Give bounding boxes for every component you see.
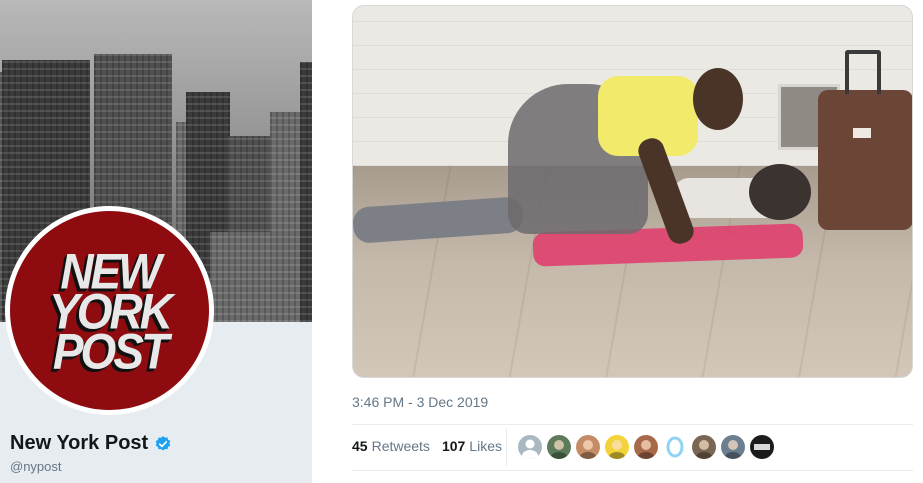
- stats-separator: [506, 428, 507, 466]
- liker-avatar-list: [518, 435, 774, 459]
- profile-column: NEW YORK POST New York Post @nypost: [0, 0, 312, 483]
- divider-bottom: [352, 470, 913, 471]
- retweets-stat[interactable]: 45 Retweets: [352, 438, 430, 454]
- retweets-label: Retweets: [371, 438, 430, 454]
- ring-avatar-icon[interactable]: [663, 435, 687, 459]
- likes-count: 107: [441, 438, 466, 454]
- tweet-timestamp[interactable]: 3:46 PM - 3 Dec 2019: [352, 394, 488, 410]
- cartoon-avatar-icon[interactable]: [605, 435, 629, 459]
- tweet-video-media[interactable]: [352, 5, 913, 378]
- likes-label: Likes: [469, 438, 502, 454]
- profile-name-link[interactable]: New York Post: [10, 432, 148, 455]
- default-avatar-icon[interactable]: [518, 435, 542, 459]
- face-avatar-icon[interactable]: [576, 435, 600, 459]
- divider-top: [352, 424, 913, 425]
- person-avatar-icon[interactable]: [721, 435, 745, 459]
- landscape-avatar-icon[interactable]: [547, 435, 571, 459]
- suitcase-shape: [818, 90, 912, 230]
- logo-line-3: POST: [52, 322, 169, 379]
- suitcase-handle-shape: [845, 50, 881, 94]
- face-avatar-icon[interactable]: [634, 435, 658, 459]
- profile-name-row: New York Post: [10, 432, 172, 455]
- nypost-logo: NEW YORK POST: [10, 211, 209, 410]
- likes-stat[interactable]: 107 Likes: [442, 438, 502, 454]
- retweets-count: 45: [352, 438, 368, 454]
- logo-avatar-icon[interactable]: [750, 435, 774, 459]
- profile-handle[interactable]: @nypost: [10, 459, 62, 474]
- verified-badge-icon: [155, 435, 171, 451]
- face-avatar-icon[interactable]: [692, 435, 716, 459]
- tweet-stats: 45 Retweets 107 Likes: [352, 438, 514, 454]
- profile-avatar[interactable]: NEW YORK POST: [5, 206, 214, 415]
